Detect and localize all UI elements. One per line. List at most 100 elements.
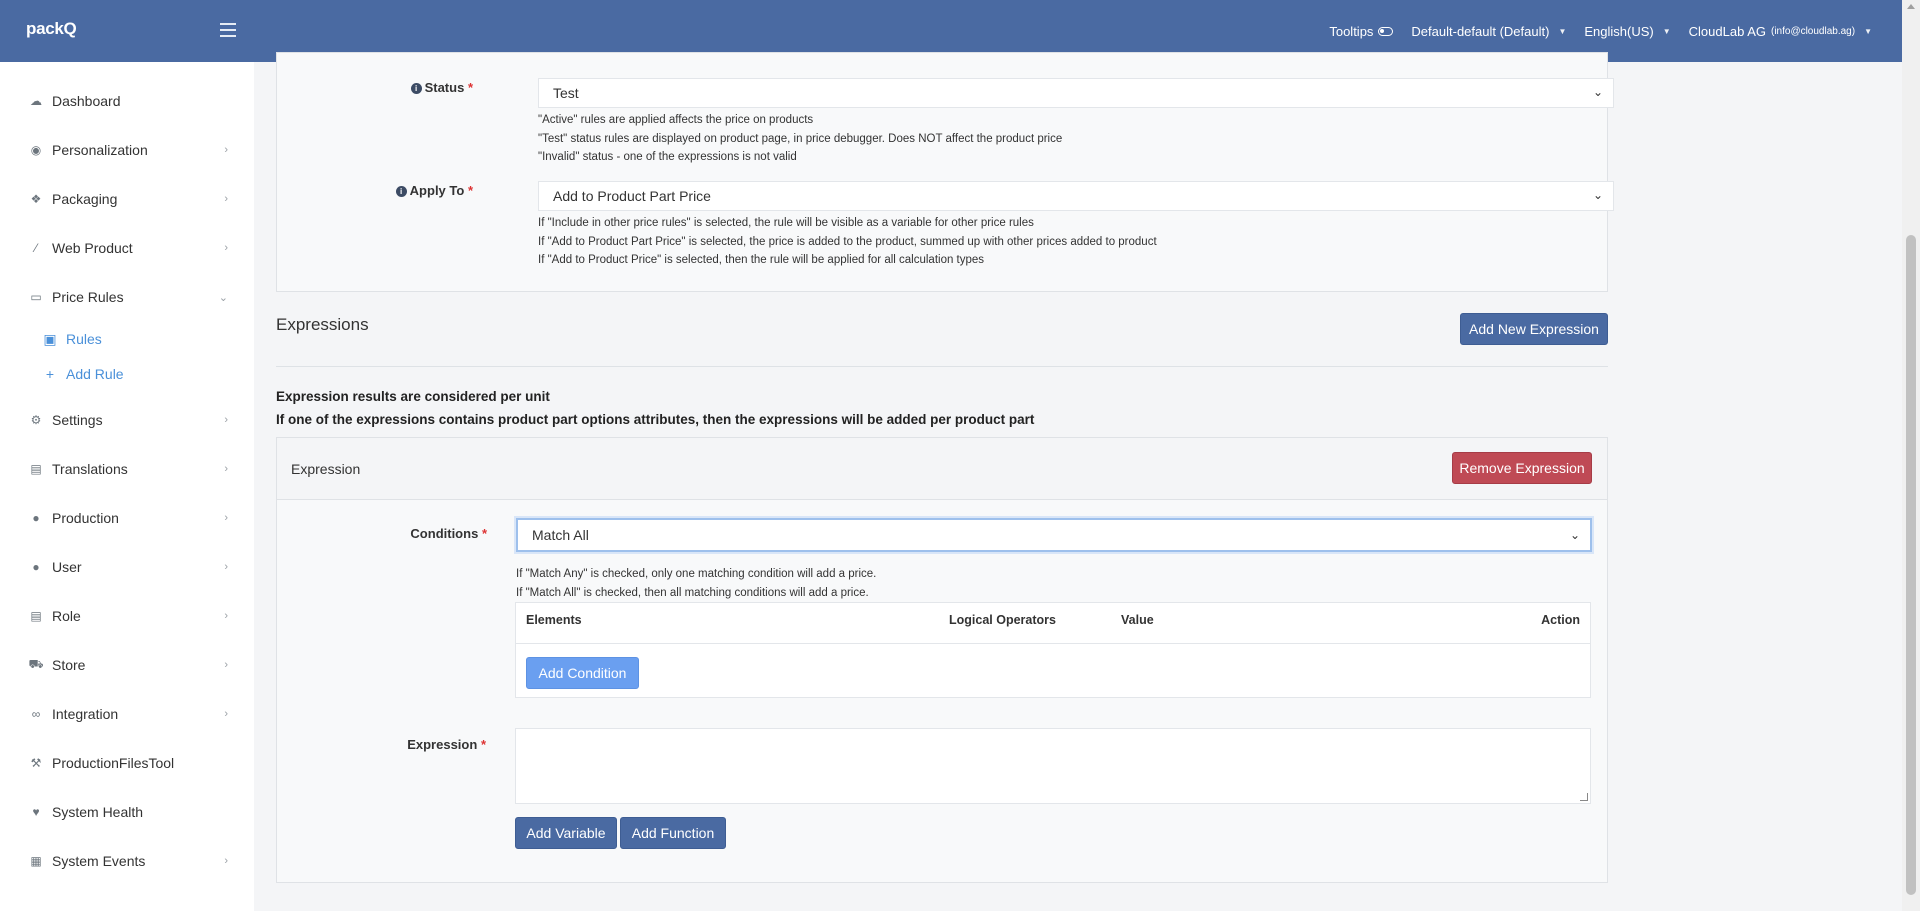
sidebar-item-label: Packaging [52,191,118,207]
sidebar-item-label: Role [52,608,81,624]
sidebar-item-label: Production [52,510,119,526]
sidebar-item-label: ProductionFilesTool [52,755,175,771]
sidebar-item-label: System Events [52,853,146,869]
conditions-table: Elements Logical Operators Value Action … [515,602,1591,698]
help-line: If "Add to Product Part Price" is select… [538,235,1157,248]
id-card-icon: ▤ [30,609,42,623]
account-email: (info@cloudlab.ag) [1770,25,1856,37]
sidebar-subitem-rules[interactable]: ▣ Rules [42,328,102,350]
cart-icon: ⛟ [28,657,44,671]
gears-icon: ⚙ [30,413,42,427]
required-mark: * [467,183,473,198]
help-line: "Invalid" status - one of the expression… [538,151,797,163]
add-new-expression-button[interactable]: Add New Expression [1460,313,1608,345]
required-mark: * [467,80,473,95]
sidebar-subitem-add-rule[interactable]: + Add Rule [42,363,124,385]
sidebar-item-label: Price Rules [52,289,124,305]
sidebar-item-label: Translations [52,461,128,477]
remove-expression-button[interactable]: Remove Expression [1452,452,1592,484]
sidebar-item-translations[interactable]: ▤ Translations › [28,454,228,484]
sidebar-item-packaging[interactable]: ❖ Packaging › [28,184,228,214]
apply-to-select-value: Add to Product Part Price [553,188,711,204]
chevron-right-icon: › [224,610,228,622]
sidebar-item-system-events[interactable]: ▦ System Events › [28,846,228,876]
help-line: If "Match All" is checked, then all matc… [516,586,869,599]
sidebar-item-production-files-tool[interactable]: ⚒ ProductionFilesTool [28,748,228,778]
scrollbar-thumb[interactable] [1906,235,1916,895]
table-header-divider [516,643,1590,644]
page-scrollbar[interactable] [1902,0,1920,911]
config-dropdown[interactable]: Default-default (Default) ▼ [1411,24,1566,39]
chevron-right-icon: › [224,512,228,524]
cubes-icon: ❖ [30,192,42,206]
wrench-icon: ⚒ [30,756,42,770]
account-name: CloudLab AG [1688,23,1766,39]
sidebar-item-price-rules[interactable]: ▭ Price Rules ⌄ [28,282,228,312]
calendar-icon: ▦ [30,854,42,868]
plus-icon: + [45,366,55,382]
status-select-value: Test [553,85,579,101]
sidebar-item-store[interactable]: ⛟ Store › [28,650,228,680]
per-unit-note: Expression results are considered per un… [276,389,550,404]
conditions-label: Conditions * [277,526,487,541]
conditions-select[interactable]: Match All ⌄ [516,518,1592,552]
sidebar-subitem-label: Add Rule [66,366,124,382]
rule-settings-card: i Status * Test ⌄ "Active" rules are appl… [276,52,1614,292]
money-icon: ▣ [43,330,57,347]
chevron-right-icon: › [224,855,228,867]
tooltips-toggle[interactable]: Tooltips [1329,24,1394,39]
caret-down-icon: ▼ [1558,26,1567,36]
add-variable-button[interactable]: Add Variable [515,817,617,849]
scroll-up-arrow-icon[interactable] [1907,4,1915,9]
caret-down-icon: ▼ [1864,26,1872,36]
expression-card-header: Expression Remove Expression [277,438,1607,500]
chevron-right-icon: › [224,242,228,254]
apply-to-select[interactable]: Add to Product Part Price ⌄ [538,181,1614,211]
user-icon: ● [32,560,40,574]
info-icon[interactable]: i [410,83,422,94]
conditions-help: If "Match Any" is checked, only one matc… [516,565,876,602]
chevron-right-icon: › [224,414,228,426]
eye-icon: ◉ [30,143,42,157]
column-header-elements: Elements [526,613,582,627]
add-condition-button[interactable]: Add Condition [526,657,639,689]
money-icon: ▭ [30,290,42,304]
link-icon: ∞ [31,707,41,721]
sidebar-item-web-product[interactable]: ⁄ Web Product › [28,233,228,263]
chevron-right-icon: › [224,561,228,573]
chevron-down-icon: ⌄ [1569,528,1580,542]
expressions-title: Expressions [276,315,369,334]
sidebar-item-label: User [52,559,82,575]
sidebar-item-production[interactable]: ● Production › [28,503,228,533]
magic-wand-icon: ⁄ [34,241,37,255]
heartbeat-icon: ♥ [32,805,40,819]
sidebar-item-dashboard[interactable]: ☁ Dashboard [28,86,228,116]
sidebar-item-user[interactable]: ● User › [28,552,228,582]
chevron-down-icon: ⌄ [1592,188,1603,202]
help-line: "Test" status rules are displayed on pro… [538,132,1063,145]
sidebar-item-integration[interactable]: ∞ Integration › [28,699,228,729]
sidebar-item-settings[interactable]: ⚙ Settings › [28,405,228,435]
account-dropdown[interactable]: CloudLab AG (info@cloudlab.ag) ▼ [1689,24,1872,39]
sidebar-item-role[interactable]: ▤ Role › [28,601,228,631]
sidebar-item-label: Dashboard [52,93,121,109]
add-function-button[interactable]: Add Function [620,817,726,849]
sidebar-subitem-label: Rules [66,331,102,347]
language-dropdown[interactable]: English(US) ▼ [1584,24,1670,39]
config-dropdown-label: Default-default (Default) [1411,23,1550,39]
conditions-select-value: Match All [532,527,589,543]
sidebar-item-system-health[interactable]: ♥ System Health [28,797,228,827]
chevron-down-icon: ⌄ [218,291,228,304]
sidebar-item-label: Integration [52,706,119,722]
help-line: "Active" rules are applied affects the p… [538,114,814,126]
hamburger-menu-icon[interactable] [220,23,236,37]
info-icon[interactable]: i [395,186,407,197]
app-logo[interactable]: packQ [26,19,77,39]
sidebar-item-personalization[interactable]: ◉ Personalization › [28,135,228,165]
conditions-label-text: Conditions [410,526,479,541]
resize-handle-icon[interactable] [1580,793,1588,801]
chevron-right-icon: › [224,708,228,720]
status-select[interactable]: Test ⌄ [538,78,1614,108]
expression-textarea[interactable] [515,728,1591,804]
status-label-text: Status [424,80,465,95]
